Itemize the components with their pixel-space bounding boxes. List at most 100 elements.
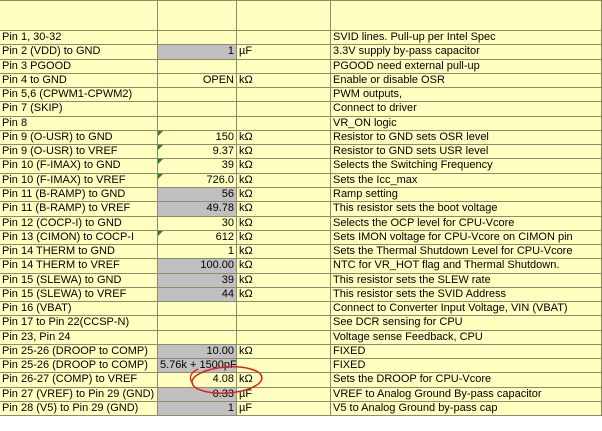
- pin-label-cell[interactable]: Pin 3 PGOOD: [0, 59, 158, 74]
- description-cell[interactable]: PGOOD need external pull-up: [331, 59, 602, 74]
- value-cell[interactable]: 726.0: [158, 173, 237, 188]
- description-cell[interactable]: SVID lines. Pull-up per Intel Spec: [331, 31, 602, 46]
- unit-cell[interactable]: kΩ: [237, 159, 331, 174]
- header-row-cell[interactable]: [0, 0, 158, 31]
- value-cell[interactable]: [158, 88, 237, 103]
- description-cell[interactable]: Sets IMON voltage for CPU-Vcore on CIMON…: [331, 230, 602, 246]
- pin-label-cell[interactable]: Pin 17 to Pin 22(CCSP-N): [0, 316, 158, 331]
- value-cell[interactable]: 612: [158, 230, 237, 246]
- header-row-cell[interactable]: [237, 0, 331, 31]
- pin-label-cell[interactable]: Pin 11 (B-RAMP) to VREF: [0, 202, 158, 217]
- description-cell[interactable]: This resistor sets the SLEW rate: [331, 273, 602, 288]
- unit-cell[interactable]: kΩ: [237, 202, 331, 217]
- value-cell[interactable]: 44: [158, 287, 237, 303]
- description-cell[interactable]: VREF to Analog Ground By-pass capacitor: [331, 387, 602, 403]
- unit-cell[interactable]: kΩ: [237, 130, 331, 146]
- value-cell[interactable]: 39: [158, 159, 237, 174]
- pin-label-cell[interactable]: Pin 11 (B-RAMP) to GND: [0, 187, 158, 203]
- description-cell[interactable]: Enable or disable OSR: [331, 73, 602, 89]
- description-cell[interactable]: Sets the Icc_max: [331, 173, 602, 188]
- pin-label-cell[interactable]: Pin 28 (V5) to Pin 29 (GND): [0, 402, 158, 417]
- value-cell[interactable]: 39: [158, 273, 237, 288]
- value-cell[interactable]: [158, 102, 237, 117]
- description-cell[interactable]: Selects the OCP level for CPU-Vcore: [331, 216, 602, 231]
- unit-cell[interactable]: kΩ: [237, 173, 331, 188]
- pin-label-cell[interactable]: Pin 10 (F-IMAX) to VREF: [0, 173, 158, 188]
- pin-label-cell[interactable]: Pin 16 (VBAT): [0, 302, 158, 317]
- description-cell[interactable]: FIXED: [331, 359, 602, 374]
- unit-cell[interactable]: [237, 116, 331, 131]
- pin-label-cell[interactable]: Pin 15 (SLEWA) to GND: [0, 273, 158, 288]
- pin-label-cell[interactable]: Pin 14 THERM to VREF: [0, 259, 158, 274]
- value-cell[interactable]: 1: [158, 402, 237, 417]
- value-cell[interactable]: [158, 59, 237, 74]
- description-cell[interactable]: Connect to Converter Input Voltage, VIN …: [331, 302, 602, 317]
- pin-label-cell[interactable]: Pin 9 (O-USR) to GND: [0, 130, 158, 146]
- description-cell[interactable]: Ramp setting: [331, 187, 602, 203]
- unit-cell[interactable]: µF: [237, 402, 331, 417]
- unit-cell[interactable]: µF: [237, 387, 331, 403]
- unit-cell[interactable]: kΩ: [237, 145, 331, 160]
- description-cell[interactable]: VR_ON logic: [331, 116, 602, 131]
- description-cell[interactable]: Sets the Thermal Shutdown Level for CPU-…: [331, 245, 602, 260]
- pin-label-cell[interactable]: Pin 13 (CIMON) to COCP-I: [0, 230, 158, 246]
- value-cell[interactable]: [158, 31, 237, 46]
- value-cell[interactable]: [158, 302, 237, 317]
- value-cell[interactable]: 49.78: [158, 202, 237, 217]
- value-cell[interactable]: 4.08: [158, 373, 237, 388]
- pin-label-cell[interactable]: Pin 27 (VREF) to Pin 29 (GND): [0, 387, 158, 403]
- unit-cell[interactable]: µF: [237, 45, 331, 60]
- unit-cell[interactable]: kΩ: [237, 230, 331, 246]
- pin-label-cell[interactable]: Pin 1, 30-32: [0, 31, 158, 46]
- pin-label-cell[interactable]: Pin 2 (VDD) to GND: [0, 45, 158, 60]
- description-cell[interactable]: Resistor to GND sets USR level: [331, 145, 602, 160]
- description-cell[interactable]: PWM outputs,: [331, 88, 602, 103]
- pin-label-cell[interactable]: Pin 25-26 (DROOP to COMP): [0, 344, 158, 360]
- pin-label-cell[interactable]: Pin 8: [0, 116, 158, 131]
- pin-label-cell[interactable]: Pin 4 to GND: [0, 73, 158, 89]
- value-cell[interactable]: 56: [158, 187, 237, 203]
- description-cell[interactable]: 3.3V supply by-pass capacitor: [331, 45, 602, 60]
- description-cell[interactable]: Voltage sense Feedback, CPU: [331, 330, 602, 345]
- pin-label-cell[interactable]: Pin 5,6 (CPWM1-CPWM2): [0, 88, 158, 103]
- unit-cell[interactable]: kΩ: [237, 287, 331, 303]
- value-cell[interactable]: 1: [158, 45, 237, 60]
- value-cell[interactable]: 30: [158, 216, 237, 231]
- description-cell[interactable]: Connect to driver: [331, 102, 602, 117]
- description-cell[interactable]: Selects the Switching Frequency: [331, 159, 602, 174]
- value-cell[interactable]: [158, 330, 237, 345]
- header-row-cell[interactable]: [158, 0, 237, 31]
- value-cell[interactable]: 10.00: [158, 344, 237, 360]
- value-cell[interactable]: [158, 316, 237, 331]
- unit-cell[interactable]: [237, 302, 331, 317]
- pin-label-cell[interactable]: Pin 23, Pin 24: [0, 330, 158, 345]
- value-cell[interactable]: 100.00: [158, 259, 237, 274]
- unit-cell[interactable]: kΩ: [237, 259, 331, 274]
- pin-label-cell[interactable]: Pin 12 (COCP-I) to GND: [0, 216, 158, 231]
- description-cell[interactable]: See DCR sensing for CPU: [331, 316, 602, 331]
- unit-cell[interactable]: [237, 316, 331, 331]
- description-cell[interactable]: This resistor sets the SVID Address: [331, 287, 602, 303]
- value-cell[interactable]: 5.76k + 1500pF: [158, 359, 237, 374]
- unit-cell[interactable]: kΩ: [237, 373, 331, 388]
- description-cell[interactable]: Resistor to GND sets OSR level: [331, 130, 602, 146]
- pin-label-cell[interactable]: Pin 7 (SKIP): [0, 102, 158, 117]
- pin-label-cell[interactable]: Pin 26-27 (COMP) to VREF: [0, 373, 158, 388]
- description-cell[interactable]: FIXED: [331, 344, 602, 360]
- unit-cell[interactable]: [237, 330, 331, 345]
- unit-cell[interactable]: [237, 59, 331, 74]
- unit-cell[interactable]: kΩ: [237, 344, 331, 360]
- description-cell[interactable]: This resistor sets the boot voltage: [331, 202, 602, 217]
- pin-label-cell[interactable]: Pin 25-26 (DROOP to COMP): [0, 359, 158, 374]
- unit-cell[interactable]: kΩ: [237, 273, 331, 288]
- description-cell[interactable]: V5 to Analog Ground by-pass cap: [331, 402, 602, 417]
- header-row-cell[interactable]: [331, 0, 602, 31]
- value-cell[interactable]: 9.37: [158, 145, 237, 160]
- pin-label-cell[interactable]: Pin 9 (O-USR) to VREF: [0, 145, 158, 160]
- value-cell[interactable]: [158, 116, 237, 131]
- value-cell[interactable]: 0.33: [158, 387, 237, 403]
- unit-cell[interactable]: [237, 88, 331, 103]
- description-cell[interactable]: NTC for VR_HOT flag and Thermal Shutdown…: [331, 259, 602, 274]
- value-cell[interactable]: 150: [158, 130, 237, 146]
- pin-label-cell[interactable]: Pin 15 (SLEWA) to VREF: [0, 287, 158, 303]
